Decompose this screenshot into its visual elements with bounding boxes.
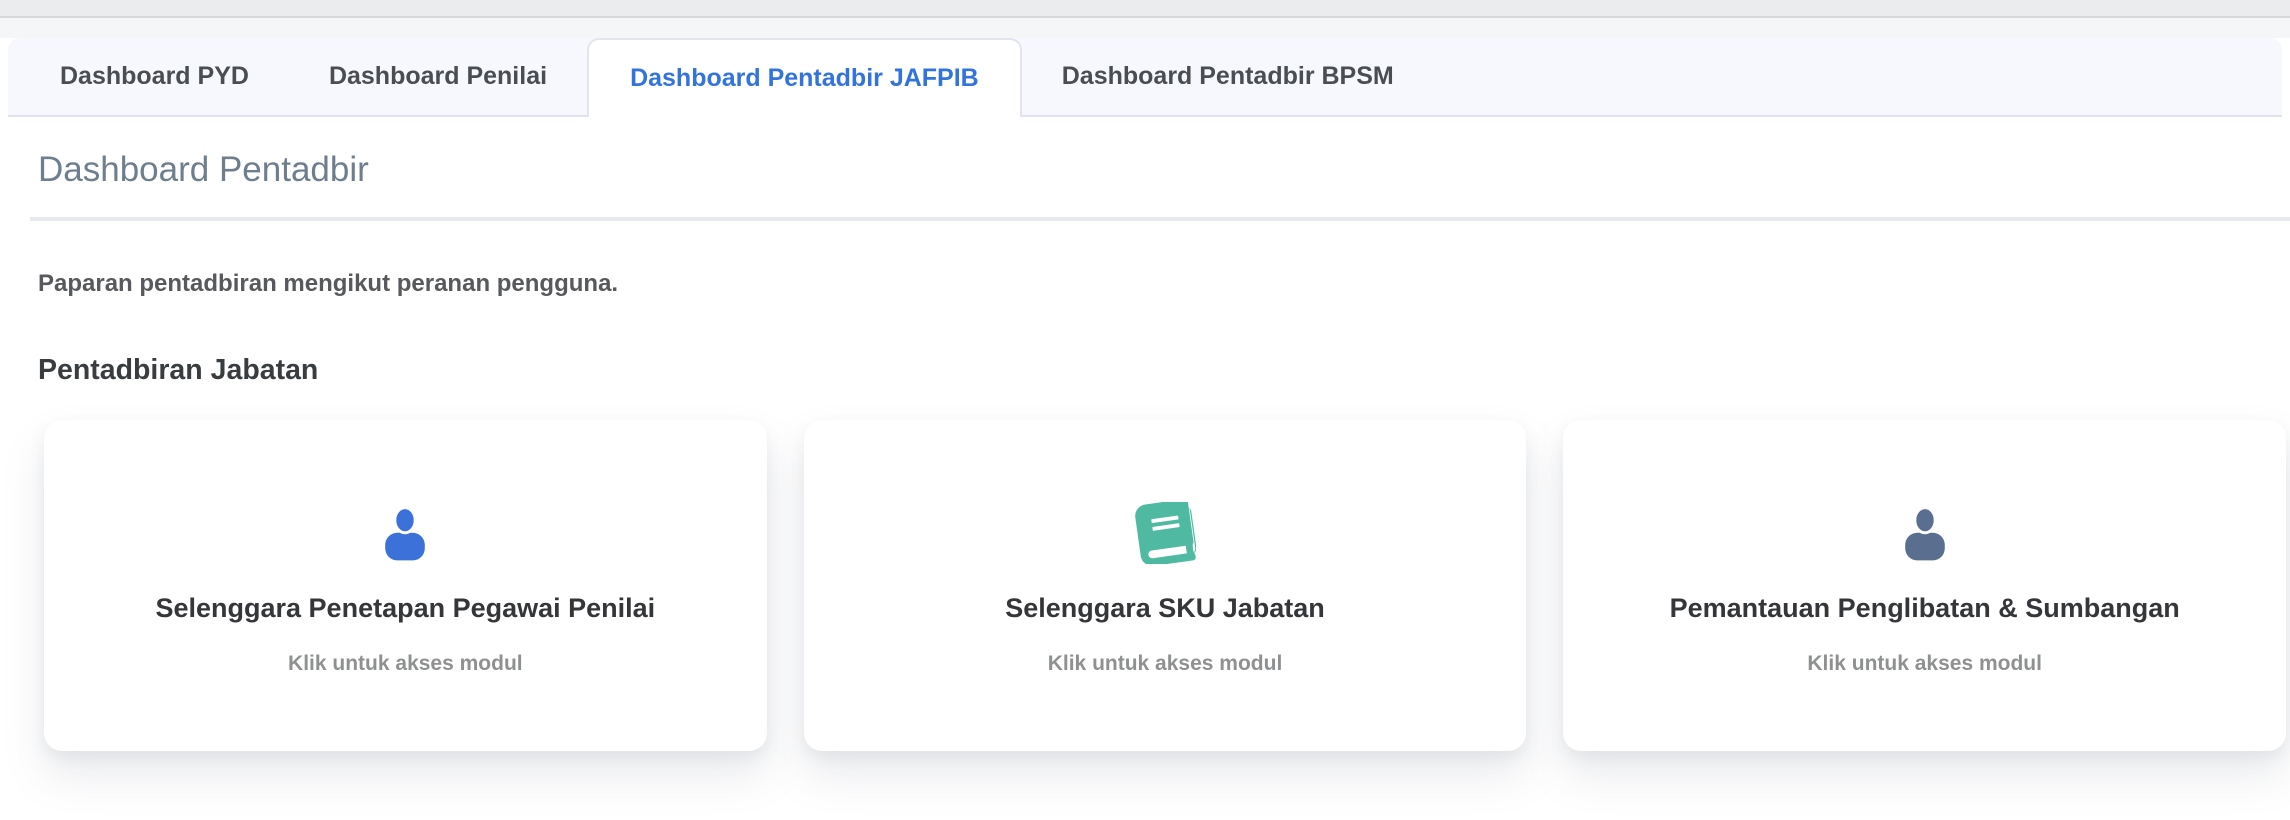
card-subtitle: Klik untuk akses modul xyxy=(1563,651,2286,676)
user-icon xyxy=(1563,502,2286,564)
card-selenggara-penetapan-pegawai-penilai[interactable]: Selenggara Penetapan Pegawai Penilai Kli… xyxy=(44,420,767,751)
tab-dashboard-pyd[interactable]: Dashboard PYD xyxy=(20,38,289,115)
tab-label: Dashboard Pentadbir BPSM xyxy=(1062,62,1394,91)
section-title: Pentadbiran Jabatan xyxy=(38,353,2290,387)
tab-dashboard-pentadbir-bpsm[interactable]: Dashboard Pentadbir BPSM xyxy=(1022,38,1434,115)
card-title: Pemantauan Penglibatan & Sumbangan xyxy=(1563,592,2286,624)
card-subtitle: Klik untuk akses modul xyxy=(804,651,1527,676)
dashboard-content: Dashboard Pentadbir Paparan pentadbiran … xyxy=(0,149,2290,751)
user-icon xyxy=(44,502,767,564)
tab-label: Dashboard Penilai xyxy=(329,62,547,91)
card-title: Selenggara SKU Jabatan xyxy=(804,592,1527,624)
card-selenggara-sku-jabatan[interactable]: Selenggara SKU Jabatan Klik untuk akses … xyxy=(804,420,1527,751)
tab-label: Dashboard Pentadbir JAFPIB xyxy=(630,64,979,93)
card-pemantauan-penglibatan-sumbangan[interactable]: Pemantauan Penglibatan & Sumbangan Klik … xyxy=(1563,420,2286,751)
tab-dashboard-penilai[interactable]: Dashboard Penilai xyxy=(289,38,587,115)
card-title: Selenggara Penetapan Pegawai Penilai xyxy=(44,592,767,624)
title-divider xyxy=(30,217,2290,221)
page-top-spacer xyxy=(0,18,2290,38)
page-title: Dashboard Pentadbir xyxy=(38,149,2290,190)
card-subtitle: Klik untuk akses modul xyxy=(44,651,767,676)
tab-dashboard-pentadbir-jafpib[interactable]: Dashboard Pentadbir JAFPIB xyxy=(587,38,1022,117)
dashboard-tab-bar: Dashboard PYD Dashboard Penilai Dashboar… xyxy=(8,38,2282,117)
module-cards-row: Selenggara Penetapan Pegawai Penilai Kli… xyxy=(44,420,2286,751)
book-icon xyxy=(804,502,1527,564)
tab-label: Dashboard PYD xyxy=(60,62,249,91)
page-description: Paparan pentadbiran mengikut peranan pen… xyxy=(38,270,2290,299)
window-top-bar xyxy=(0,0,2290,18)
